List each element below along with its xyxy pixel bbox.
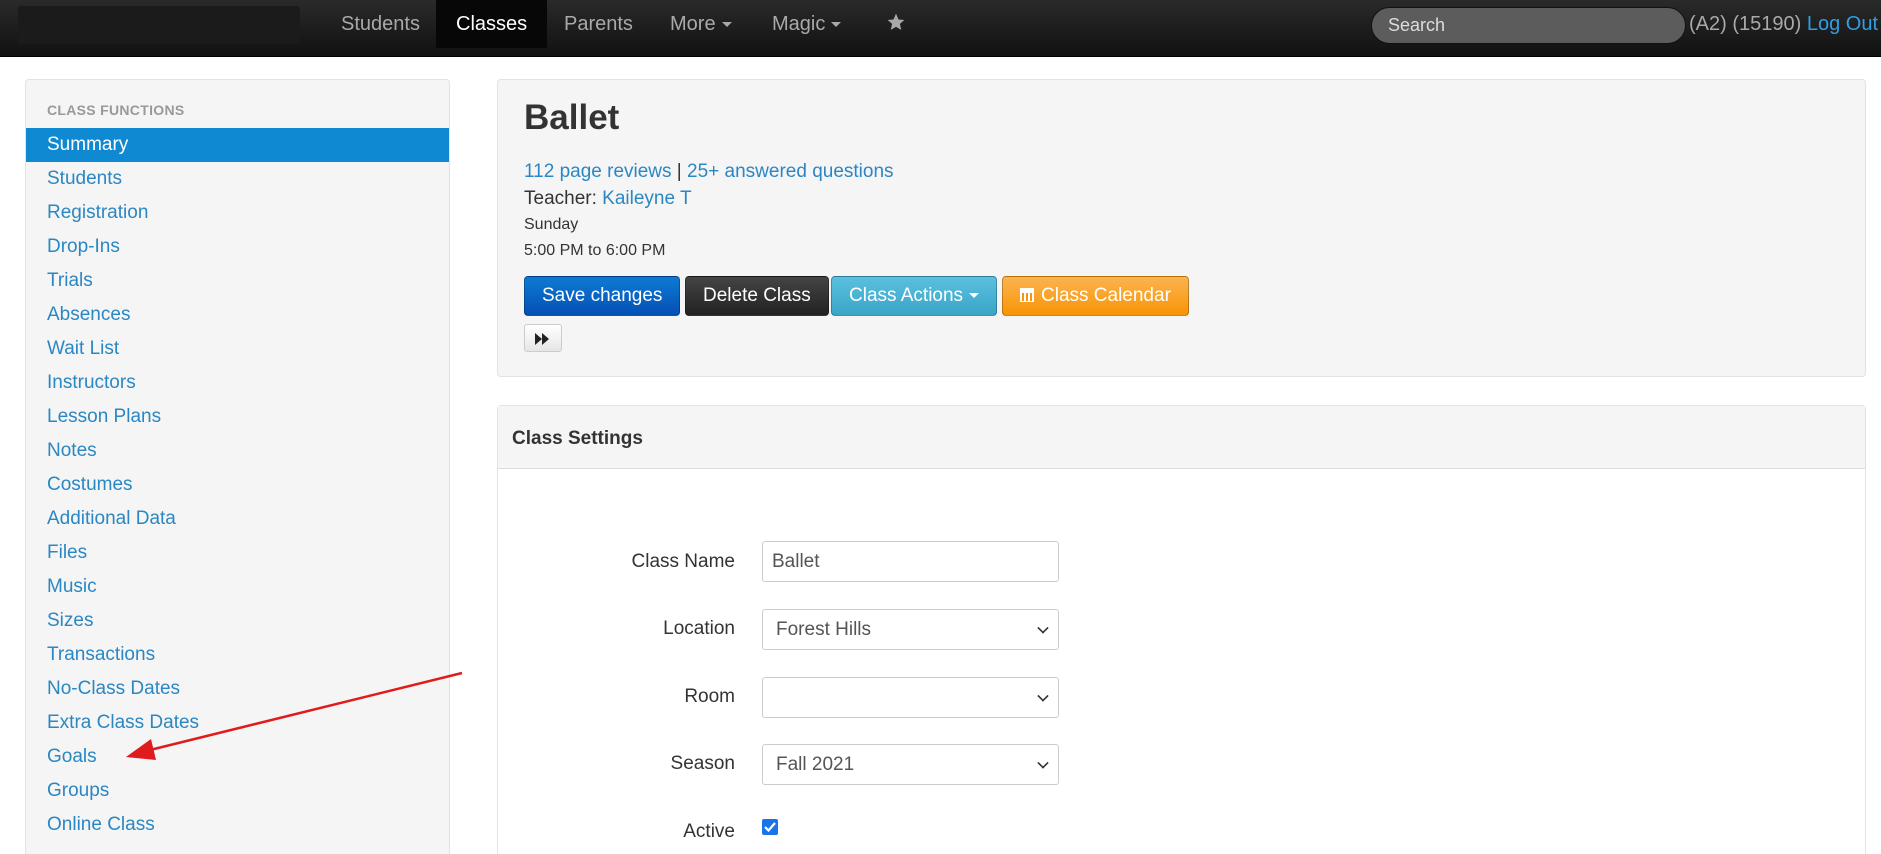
reviews-separator: |	[671, 161, 688, 182]
class-summary-panel: Ballet 112 page reviews | 25+ answered q…	[497, 79, 1866, 377]
sidebar-item-instructors[interactable]: Instructors	[26, 366, 449, 400]
teacher-link[interactable]: Kaileyne T	[602, 188, 691, 209]
sidebar-item-students[interactable]: Students	[26, 162, 449, 196]
sidebar-item-goals[interactable]: Goals	[26, 740, 449, 774]
class-actions-label: Class Actions	[849, 285, 964, 306]
chevron-down-icon	[969, 293, 980, 299]
active-label: Active	[683, 821, 735, 842]
sidebar-item-summary[interactable]: Summary	[26, 128, 449, 162]
class-name-input[interactable]	[762, 541, 1059, 582]
page-reviews-link[interactable]: 112 page reviews	[524, 161, 672, 182]
room-select[interactable]	[762, 677, 1059, 718]
fast-forward-button[interactable]	[524, 324, 562, 352]
class-calendar-button[interactable]: Class Calendar	[1002, 276, 1189, 316]
sidebar-item-drop-ins[interactable]: Drop-Ins	[26, 230, 449, 264]
class-calendar-label: Class Calendar	[1041, 285, 1171, 306]
calendar-icon	[1020, 288, 1034, 302]
nav-favorites[interactable]	[866, 0, 926, 48]
sidebar-item-music[interactable]: Music	[26, 570, 449, 604]
location-select[interactable]: Forest Hills	[762, 609, 1059, 650]
reviews-line: 112 page reviews | 25+ answered question…	[524, 161, 894, 183]
sidebar-list: Summary Students Registration Drop-Ins T…	[26, 128, 449, 842]
room-label: Room	[684, 686, 735, 707]
sidebar-item-trials[interactable]: Trials	[26, 264, 449, 298]
delete-class-button[interactable]: Delete Class	[685, 276, 829, 316]
settings-title: Class Settings	[512, 428, 643, 449]
class-settings-panel: Class Settings Class Name Location Fores…	[497, 405, 1866, 854]
chevron-down-icon	[831, 22, 842, 28]
chevron-down-icon	[1037, 622, 1049, 634]
sidebar-item-sizes[interactable]: Sizes	[26, 604, 449, 638]
user-id: (A2) (15190)	[1689, 13, 1802, 35]
search-input[interactable]	[1371, 7, 1686, 44]
logout-link[interactable]: Log Out	[1807, 13, 1878, 35]
nav-classes[interactable]: Classes	[436, 0, 548, 48]
user-info: (A2) (15190) Log Out	[1689, 0, 1878, 48]
nav-parents[interactable]: Parents	[544, 0, 653, 48]
brand-logo[interactable]	[18, 6, 300, 44]
room-value	[772, 687, 776, 708]
class-functions-sidebar: CLASS FUNCTIONS Summary Students Registr…	[25, 79, 450, 854]
sidebar-item-wait-list[interactable]: Wait List	[26, 332, 449, 366]
sidebar-item-extra-class-dates[interactable]: Extra Class Dates	[26, 706, 449, 740]
answered-questions-link[interactable]: 25+ answered questions	[687, 161, 894, 182]
location-value: Forest Hills	[776, 619, 872, 640]
class-name-label: Class Name	[631, 551, 735, 572]
sidebar-item-registration[interactable]: Registration	[26, 196, 449, 230]
settings-header: Class Settings	[498, 406, 1865, 469]
class-actions-button[interactable]: Class Actions	[831, 276, 998, 316]
season-label: Season	[670, 753, 735, 774]
teacher-line: Teacher: Kaileyne T	[524, 188, 692, 210]
checkmark-icon	[764, 822, 776, 833]
sidebar-item-notes[interactable]: Notes	[26, 434, 449, 468]
nav-more-label: More	[670, 13, 716, 35]
chevron-down-icon	[1037, 757, 1049, 769]
sidebar-item-additional-data[interactable]: Additional Data	[26, 502, 449, 536]
page-title: Ballet	[524, 98, 620, 137]
fast-forward-icon	[535, 333, 549, 345]
nav-more[interactable]: More	[650, 0, 752, 48]
save-changes-button[interactable]: Save changes	[524, 276, 681, 316]
season-select[interactable]: Fall 2021	[762, 744, 1059, 785]
nav-magic[interactable]: Magic	[752, 0, 861, 48]
sidebar-item-files[interactable]: Files	[26, 536, 449, 570]
class-time: 5:00 PM to 6:00 PM	[524, 242, 666, 259]
top-navbar: Students Classes Parents More Magic (A2)…	[0, 0, 1881, 57]
class-day: Sunday	[524, 216, 579, 233]
chevron-down-icon	[1037, 690, 1049, 702]
sidebar-item-transactions[interactable]: Transactions	[26, 638, 449, 672]
location-label: Location	[663, 618, 735, 639]
teacher-label: Teacher:	[524, 188, 603, 209]
sidebar-item-lesson-plans[interactable]: Lesson Plans	[26, 400, 449, 434]
nav-magic-label: Magic	[772, 13, 826, 35]
chevron-down-icon	[721, 22, 732, 28]
sidebar-header: CLASS FUNCTIONS	[47, 102, 185, 118]
sidebar-item-groups[interactable]: Groups	[26, 774, 449, 808]
sidebar-item-online-class[interactable]: Online Class	[26, 808, 449, 842]
active-checkbox[interactable]	[762, 819, 778, 835]
sidebar-item-costumes[interactable]: Costumes	[26, 468, 449, 502]
nav-students[interactable]: Students	[321, 0, 440, 48]
star-icon	[887, 13, 905, 30]
sidebar-item-absences[interactable]: Absences	[26, 298, 449, 332]
season-value: Fall 2021	[776, 754, 855, 775]
sidebar-item-no-class-dates[interactable]: No-Class Dates	[26, 672, 449, 706]
